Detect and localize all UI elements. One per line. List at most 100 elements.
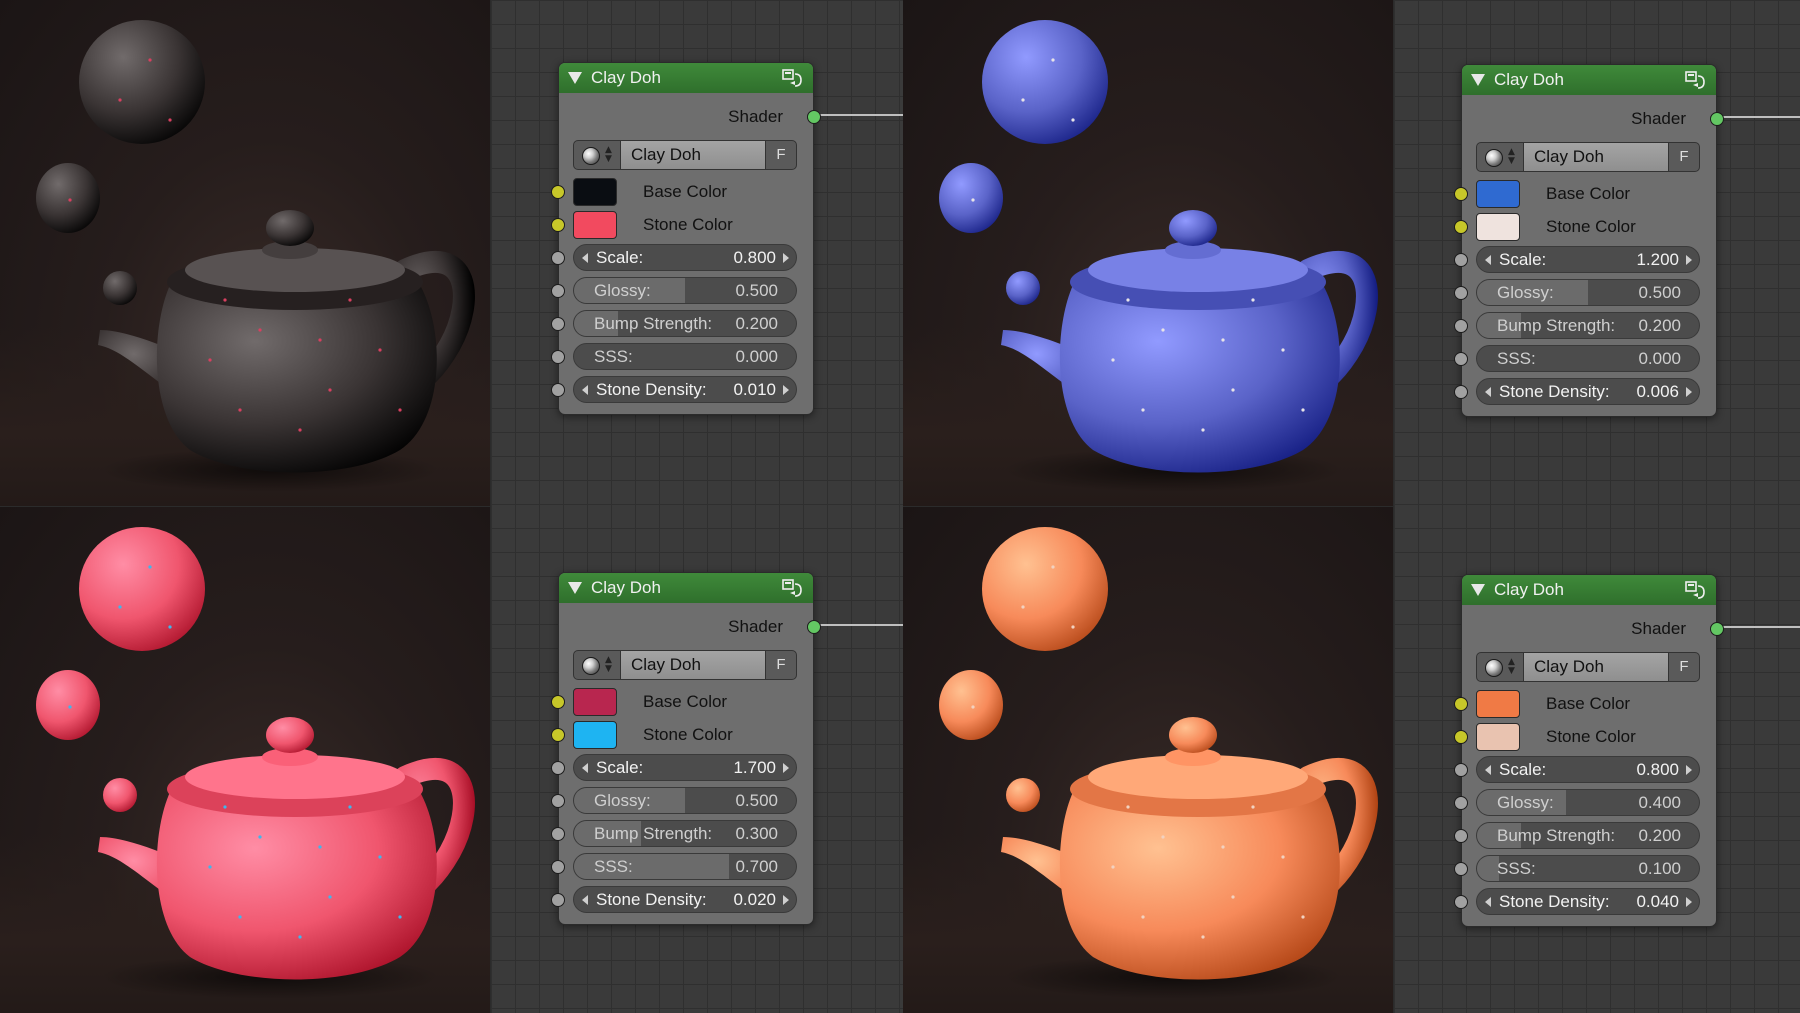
base-color-swatch[interactable] (1476, 690, 1520, 718)
scale-socket[interactable] (551, 251, 565, 265)
sss-slider[interactable]: SSS: 0.100 (1476, 855, 1700, 882)
browse-node-group-button[interactable]: ▲ ▼ (1476, 142, 1524, 172)
scale-field[interactable]: Scale: 0.800 (1476, 756, 1700, 783)
stone-color-swatch[interactable] (1476, 723, 1520, 751)
browse-node-group-button[interactable]: ▲ ▼ (1476, 652, 1524, 682)
scale-socket[interactable] (551, 761, 565, 775)
node-group-selector[interactable]: ▲ ▼ Clay Doh F (573, 650, 797, 680)
bump-strength-slider[interactable]: Bump Strength: 0.200 (573, 310, 797, 337)
base-color-swatch[interactable] (573, 178, 617, 206)
stone-density-socket[interactable] (551, 893, 565, 907)
shader-output-socket[interactable] (807, 620, 821, 634)
decrement-arrow-icon[interactable] (1485, 255, 1491, 265)
stone-color-socket[interactable] (551, 218, 565, 232)
bump-strength-socket[interactable] (551, 827, 565, 841)
stone-density-field[interactable]: Stone Density: 0.010 (573, 376, 797, 403)
increment-arrow-icon[interactable] (783, 385, 789, 395)
stone-density-socket[interactable] (551, 383, 565, 397)
collapse-triangle-icon[interactable] (1471, 584, 1485, 596)
browse-node-group-button[interactable]: ▲ ▼ (573, 650, 621, 680)
increment-arrow-icon[interactable] (783, 895, 789, 905)
bump-strength-socket[interactable] (551, 317, 565, 331)
scale-socket[interactable] (1454, 253, 1468, 267)
scale-field[interactable]: Scale: 0.800 (573, 244, 797, 271)
glossy-socket[interactable] (1454, 796, 1468, 810)
clay-doh-node[interactable]: Clay Doh Shader ▲ ▼ Clay Doh F Base Color (551, 62, 821, 415)
bump-strength-slider[interactable]: Bump Strength: 0.300 (573, 820, 797, 847)
decrement-arrow-icon[interactable] (582, 895, 588, 905)
collapse-triangle-icon[interactable] (568, 72, 582, 84)
sss-socket[interactable] (551, 350, 565, 364)
node-group-selector[interactable]: ▲ ▼ Clay Doh F (573, 140, 797, 170)
increment-arrow-icon[interactable] (1686, 897, 1692, 907)
base-color-socket[interactable] (551, 695, 565, 709)
increment-arrow-icon[interactable] (783, 763, 789, 773)
node-group-icon[interactable] (781, 68, 803, 88)
bump-strength-socket[interactable] (1454, 319, 1468, 333)
glossy-socket[interactable] (551, 284, 565, 298)
bump-strength-socket[interactable] (1454, 829, 1468, 843)
node-group-name-field[interactable]: Clay Doh (1524, 652, 1668, 682)
decrement-arrow-icon[interactable] (582, 385, 588, 395)
sss-slider[interactable]: SSS: 0.000 (573, 343, 797, 370)
shader-output-socket[interactable] (807, 110, 821, 124)
stone-density-field[interactable]: Stone Density: 0.020 (573, 886, 797, 913)
base-color-socket[interactable] (1454, 697, 1468, 711)
increment-arrow-icon[interactable] (1686, 765, 1692, 775)
base-color-swatch[interactable] (1476, 180, 1520, 208)
stone-density-field[interactable]: Stone Density: 0.040 (1476, 888, 1700, 915)
node-group-icon[interactable] (1684, 580, 1706, 600)
node-header[interactable]: Clay Doh (559, 573, 813, 603)
sss-slider[interactable]: SSS: 0.700 (573, 853, 797, 880)
base-color-socket[interactable] (1454, 187, 1468, 201)
sss-slider[interactable]: SSS: 0.000 (1476, 345, 1700, 372)
node-group-icon[interactable] (781, 578, 803, 598)
stone-density-socket[interactable] (1454, 385, 1468, 399)
node-header[interactable]: Clay Doh (559, 63, 813, 93)
browse-node-group-button[interactable]: ▲ ▼ (573, 140, 621, 170)
increment-arrow-icon[interactable] (1686, 255, 1692, 265)
base-color-socket[interactable] (551, 185, 565, 199)
glossy-socket[interactable] (1454, 286, 1468, 300)
node-header[interactable]: Clay Doh (1462, 65, 1716, 95)
shader-output-socket[interactable] (1710, 112, 1724, 126)
node-group-name-field[interactable]: Clay Doh (621, 650, 765, 680)
collapse-triangle-icon[interactable] (1471, 74, 1485, 86)
stone-color-socket[interactable] (551, 728, 565, 742)
glossy-slider[interactable]: Glossy: 0.500 (1476, 279, 1700, 306)
clay-doh-node[interactable]: Clay Doh Shader ▲ ▼ Clay Doh F Base Color (1454, 64, 1724, 417)
increment-arrow-icon[interactable] (783, 253, 789, 263)
node-group-name-field[interactable]: Clay Doh (1524, 142, 1668, 172)
decrement-arrow-icon[interactable] (1485, 897, 1491, 907)
stone-density-field[interactable]: Stone Density: 0.006 (1476, 378, 1700, 405)
scale-field[interactable]: Scale: 1.700 (573, 754, 797, 781)
decrement-arrow-icon[interactable] (582, 763, 588, 773)
node-group-icon[interactable] (1684, 70, 1706, 90)
scale-socket[interactable] (1454, 763, 1468, 777)
decrement-arrow-icon[interactable] (1485, 765, 1491, 775)
glossy-slider[interactable]: Glossy: 0.400 (1476, 789, 1700, 816)
stone-color-socket[interactable] (1454, 220, 1468, 234)
glossy-slider[interactable]: Glossy: 0.500 (573, 787, 797, 814)
node-group-name-field[interactable]: Clay Doh (621, 140, 765, 170)
sss-socket[interactable] (1454, 352, 1468, 366)
stone-color-swatch[interactable] (573, 721, 617, 749)
base-color-swatch[interactable] (573, 688, 617, 716)
stone-density-socket[interactable] (1454, 895, 1468, 909)
stone-color-swatch[interactable] (573, 211, 617, 239)
sss-socket[interactable] (551, 860, 565, 874)
fake-user-button[interactable]: F (765, 650, 797, 680)
node-header[interactable]: Clay Doh (1462, 575, 1716, 605)
increment-arrow-icon[interactable] (1686, 387, 1692, 397)
clay-doh-node[interactable]: Clay Doh Shader ▲ ▼ Clay Doh F Base Color (1454, 574, 1724, 927)
bump-strength-slider[interactable]: Bump Strength: 0.200 (1476, 312, 1700, 339)
fake-user-button[interactable]: F (1668, 142, 1700, 172)
fake-user-button[interactable]: F (765, 140, 797, 170)
clay-doh-node[interactable]: Clay Doh Shader ▲ ▼ Clay Doh F Base Color (551, 572, 821, 925)
glossy-socket[interactable] (551, 794, 565, 808)
collapse-triangle-icon[interactable] (568, 582, 582, 594)
stone-color-swatch[interactable] (1476, 213, 1520, 241)
bump-strength-slider[interactable]: Bump Strength: 0.200 (1476, 822, 1700, 849)
fake-user-button[interactable]: F (1668, 652, 1700, 682)
node-group-selector[interactable]: ▲ ▼ Clay Doh F (1476, 652, 1700, 682)
